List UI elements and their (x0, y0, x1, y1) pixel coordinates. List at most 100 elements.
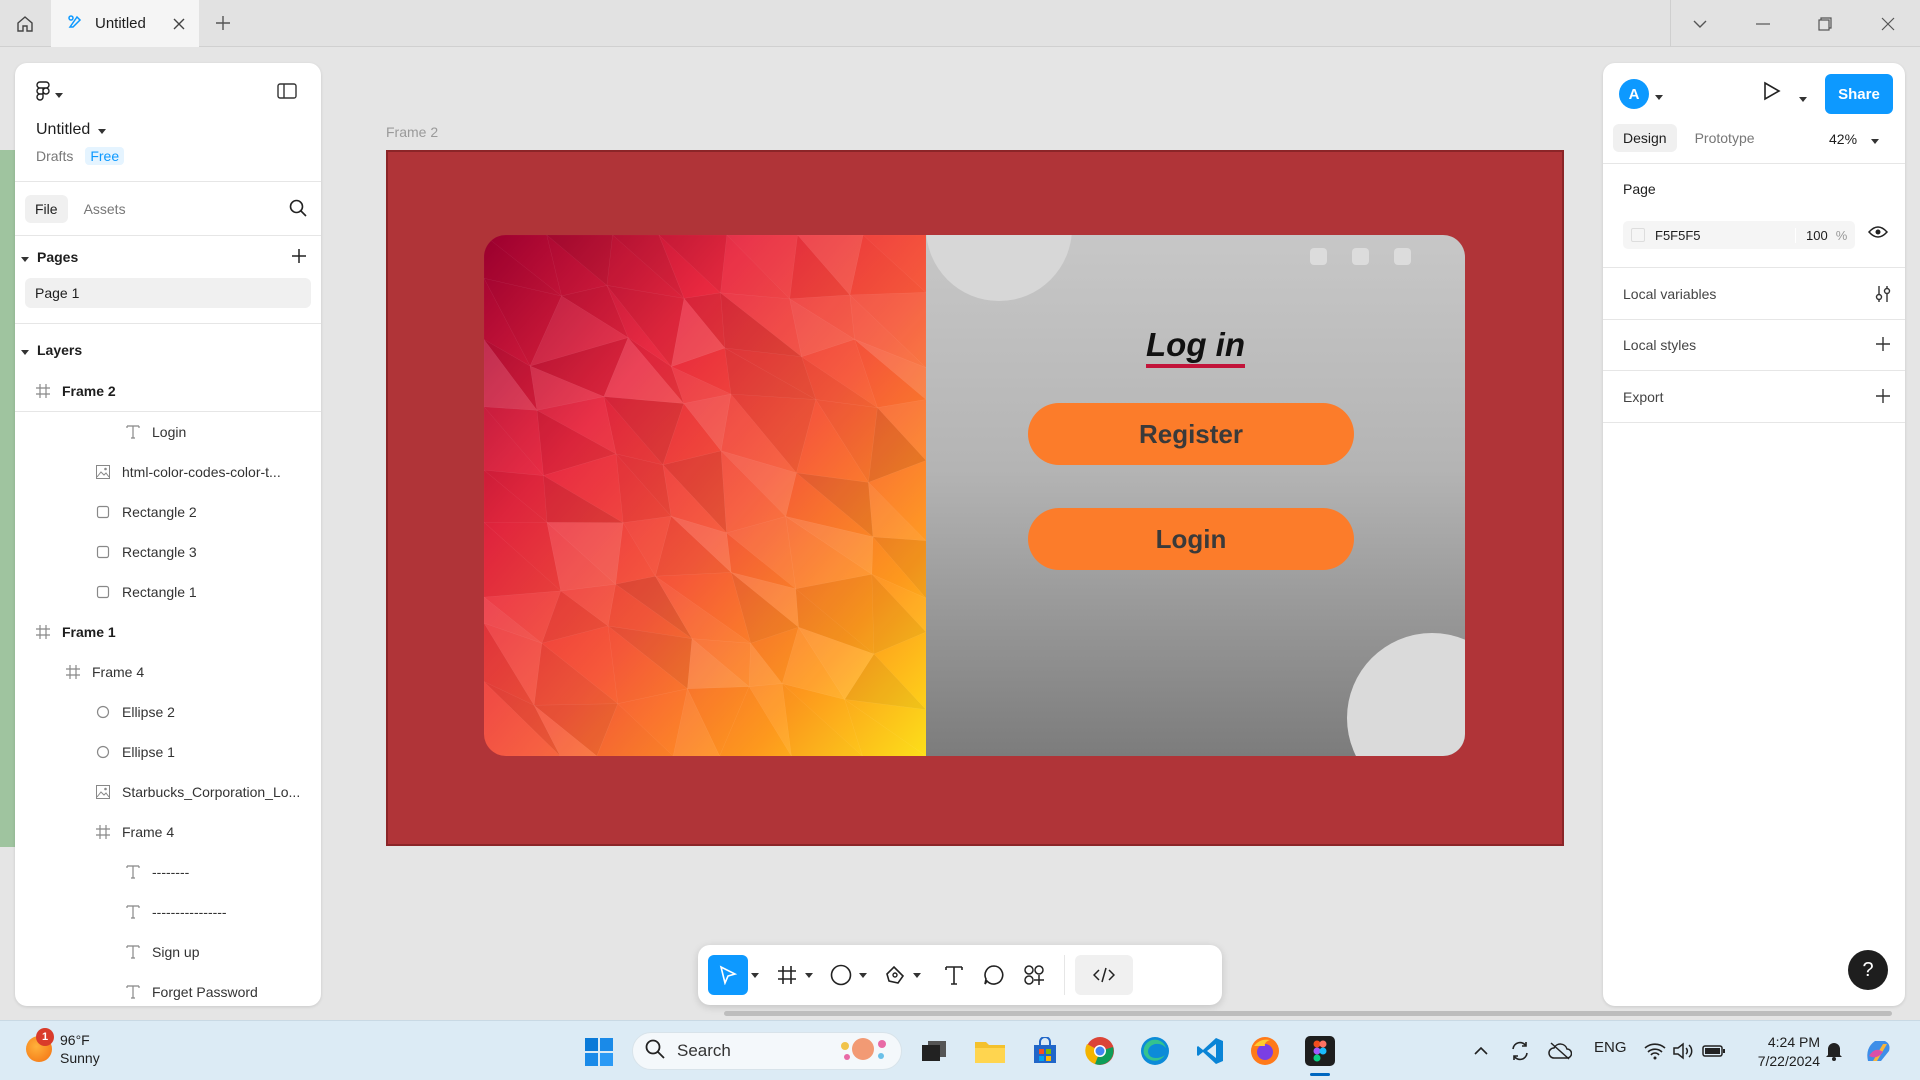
chevron-down-icon[interactable] (1686, 10, 1714, 38)
divider (1603, 163, 1905, 164)
minimize-icon[interactable] (1749, 10, 1777, 38)
system-clock[interactable]: 4:24 PM 7/22/2024 (1740, 1033, 1820, 1071)
layer-row[interactable]: Rectangle 3 (15, 532, 321, 572)
move-tool-icon[interactable] (708, 955, 748, 995)
layer-row[interactable]: Sign up (15, 932, 321, 972)
frame-tool-icon[interactable] (772, 955, 802, 995)
local-variables-row[interactable]: Local variables (1623, 286, 1716, 302)
present-play-icon[interactable] (1763, 81, 1781, 106)
comment-tool-icon[interactable] (974, 955, 1014, 995)
variables-sliders-icon[interactable] (1875, 285, 1891, 308)
tab-untitled[interactable]: Untitled (51, 0, 199, 47)
cloud-offline-icon[interactable] (1542, 1033, 1578, 1069)
microsoft-store-icon[interactable] (1027, 1033, 1063, 1069)
search-icon (645, 1039, 665, 1064)
page-color-field[interactable]: F5F5F5 100 % (1623, 221, 1855, 249)
avatar[interactable]: A (1619, 79, 1649, 109)
vscode-icon[interactable] (1192, 1033, 1228, 1069)
file-title[interactable]: Untitled (36, 121, 107, 139)
login-card[interactable]: Log in Register Login (484, 235, 1465, 756)
tab-design[interactable]: Design (1613, 124, 1677, 152)
drafts-link[interactable]: Drafts (36, 148, 73, 164)
home-icon[interactable] (0, 0, 50, 47)
ellipse-tool-icon[interactable] (826, 955, 856, 995)
eye-icon[interactable] (1867, 225, 1889, 244)
edge-icon[interactable] (1137, 1033, 1173, 1069)
text-tool-icon[interactable] (934, 955, 974, 995)
chevron-down-icon[interactable] (910, 972, 924, 978)
layer-row[interactable]: Frame 4 (15, 812, 321, 852)
layer-row[interactable]: html-color-codes-color-t... (15, 452, 321, 492)
login-button[interactable]: Login (1028, 508, 1354, 570)
chevron-down-icon[interactable] (856, 972, 870, 978)
chrome-icon[interactable] (1082, 1033, 1118, 1069)
page-color-hex[interactable]: F5F5F5 (1655, 228, 1795, 243)
taskbar-search[interactable]: Search (632, 1032, 902, 1070)
firefox-icon[interactable] (1247, 1033, 1283, 1069)
notification-bell-icon[interactable] (1816, 1033, 1852, 1069)
frame-label[interactable]: Frame 2 (386, 124, 438, 140)
add-style-plus-icon[interactable] (1875, 336, 1891, 357)
search-icon[interactable] (289, 199, 307, 222)
task-view-icon[interactable] (916, 1033, 952, 1069)
zoom-dropdown[interactable]: 42% (1829, 131, 1880, 147)
add-export-plus-icon[interactable] (1875, 388, 1891, 409)
new-tab-plus-icon[interactable] (210, 10, 236, 36)
plan-badge[interactable]: Free (85, 147, 125, 165)
frame-icon (95, 824, 111, 840)
layer-row[interactable]: Frame 1 (15, 612, 321, 652)
layers-section-header[interactable]: Layers (15, 329, 321, 371)
file-explorer-icon[interactable] (972, 1033, 1008, 1069)
windows-start-icon[interactable] (584, 1037, 614, 1072)
main-menu-button[interactable] (35, 81, 63, 106)
chevron-down-icon[interactable] (1655, 87, 1663, 105)
layer-row[interactable]: Rectangle 2 (15, 492, 321, 532)
restore-icon[interactable] (1811, 10, 1839, 38)
layer-row[interactable]: Starbucks_Corporation_Lo... (15, 772, 321, 812)
copilot-icon[interactable] (1860, 1033, 1896, 1069)
share-button[interactable]: Share (1825, 74, 1893, 114)
page-item-page-1[interactable]: Page 1 (25, 278, 311, 308)
login-heading[interactable]: Log in (926, 326, 1465, 368)
register-button[interactable]: Register (1028, 403, 1354, 465)
tab-file[interactable]: File (25, 194, 68, 223)
layer-row[interactable]: Ellipse 1 (15, 732, 321, 772)
frame-2[interactable]: Log in Register Login (386, 150, 1564, 846)
layer-row[interactable]: Ellipse 2 (15, 692, 321, 732)
help-button[interactable]: ? (1848, 950, 1888, 990)
layer-row[interactable]: Frame 4 (15, 652, 321, 692)
components-tool-icon[interactable] (1014, 955, 1054, 995)
pen-tool-icon[interactable] (880, 955, 910, 995)
sidebar-toggle-icon[interactable] (277, 83, 297, 104)
tab-assets[interactable]: Assets (74, 195, 136, 223)
dev-mode-toggle-icon[interactable] (1075, 955, 1133, 995)
chevron-up-icon[interactable] (1463, 1033, 1499, 1069)
chevron-down-icon[interactable] (802, 972, 816, 978)
layer-row[interactable]: Login (15, 412, 321, 452)
close-window-icon[interactable] (1874, 10, 1902, 38)
local-styles-row[interactable]: Local styles (1623, 337, 1696, 353)
add-page-plus-icon[interactable] (291, 248, 307, 267)
close-icon[interactable] (165, 10, 193, 38)
chevron-down-icon[interactable] (1799, 89, 1807, 107)
layer-row[interactable]: Rectangle 1 (15, 572, 321, 612)
language-indicator[interactable]: ENG (1594, 1039, 1627, 1056)
layer-row[interactable]: Forget Password (15, 972, 321, 1006)
layer-row[interactable]: Frame 2 (15, 371, 321, 411)
layer-row[interactable]: -------- (15, 852, 321, 892)
page-opacity-field[interactable]: 100 % (1795, 227, 1855, 243)
sync-icon[interactable] (1502, 1033, 1538, 1069)
horizontal-scrollbar[interactable] (724, 1011, 1892, 1016)
battery-icon[interactable] (1696, 1033, 1732, 1069)
layer-name: Starbucks_Corporation_Lo... (122, 784, 301, 800)
weather-widget[interactable]: 1 96°F Sunny (26, 1028, 100, 1067)
pages-section-header[interactable]: Pages (15, 236, 321, 278)
export-row[interactable]: Export (1623, 389, 1663, 405)
figma-taskbar-icon[interactable] (1302, 1033, 1338, 1069)
color-swatch[interactable] (1631, 228, 1645, 242)
low-poly-gradient-image[interactable] (484, 235, 926, 756)
chevron-down-icon[interactable] (748, 972, 762, 978)
frame-icon (35, 624, 51, 640)
tab-prototype[interactable]: Prototype (1685, 124, 1765, 152)
layer-row[interactable]: ---------------- (15, 892, 321, 932)
